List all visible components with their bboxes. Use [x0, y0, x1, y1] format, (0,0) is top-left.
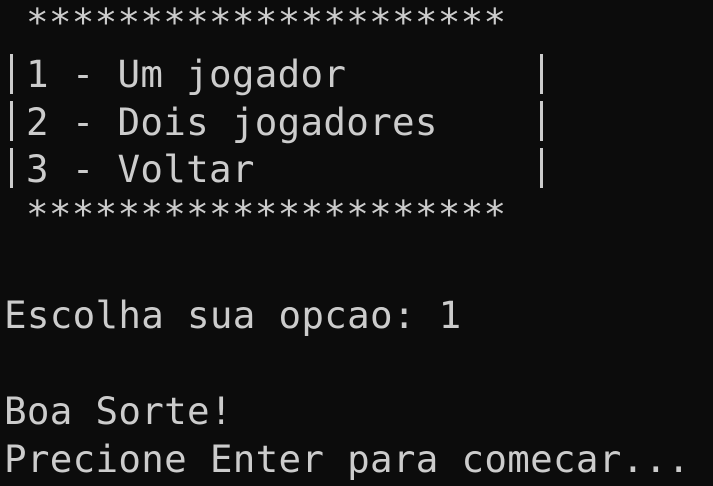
terminal-window[interactable]: ********************* 1 - Um jogador 2 -… — [0, 0, 713, 486]
menu-border-left — [10, 101, 13, 141]
menu-border-left — [10, 54, 13, 94]
menu-border-right — [540, 148, 543, 188]
menu-border-left — [10, 148, 13, 188]
option-prompt: Escolha sua opcao: 1 — [4, 291, 462, 339]
menu-border-right — [540, 54, 543, 94]
option-prompt-label: Escolha sua opcao: — [4, 293, 439, 337]
menu-item-label: 3 - Voltar — [26, 147, 255, 191]
option-input-value[interactable]: 1 — [439, 293, 462, 337]
menu-border-right — [540, 101, 543, 141]
good-luck-message: Boa Sorte! — [4, 389, 233, 433]
press-enter-prompt: Precione Enter para comecar... — [4, 437, 691, 481]
menu-border-bottom: ********************* — [26, 192, 507, 236]
menu-border-top: ********************* — [26, 0, 507, 44]
menu-item-label: 2 - Dois jogadores — [26, 100, 438, 144]
menu-item-label: 1 - Um jogador — [26, 52, 347, 96]
